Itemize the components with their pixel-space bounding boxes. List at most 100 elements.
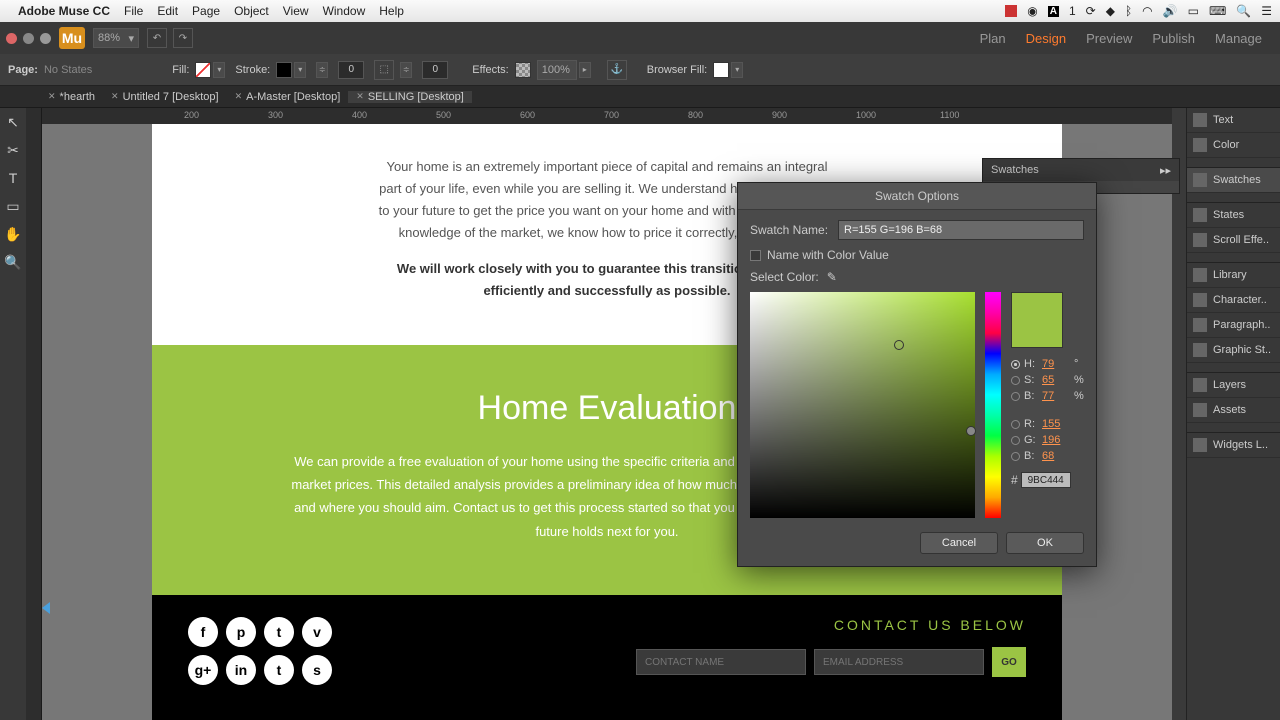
panel-character[interactable]: Character.. [1187,288,1280,313]
googleplus-icon[interactable]: g+ [188,655,218,685]
fill-swatch[interactable] [195,62,211,78]
browser-fill-swatch[interactable] [713,62,729,78]
r-value[interactable]: 155 [1042,418,1070,430]
contact-email-input[interactable] [814,649,984,675]
menu-help[interactable]: Help [379,4,404,18]
h-value[interactable]: 79 [1042,358,1070,370]
guide-marker-icon[interactable] [42,602,50,614]
adobe-icon[interactable]: A [1048,6,1059,17]
hex-input[interactable] [1021,472,1071,488]
doc-tab[interactable]: ✕Untitled 7 [Desktop] [103,91,227,103]
window-controls[interactable] [6,33,51,44]
tab-manage[interactable]: Manage [1215,31,1262,46]
swatches-panel-title[interactable]: Swatches▸▸ [983,159,1179,181]
doc-tab[interactable]: ✕*hearth [40,91,103,103]
panel-swatches[interactable]: Swatches [1187,168,1280,193]
name-with-value-checkbox[interactable] [750,250,761,261]
corner-radius[interactable] [422,61,448,79]
sync-icon[interactable]: ⟳ [1086,4,1096,18]
record-icon[interactable] [1005,5,1017,17]
panel-states[interactable]: States [1187,203,1280,228]
crop-tool-icon[interactable]: ✂ [3,140,23,160]
go-button[interactable]: GO [992,647,1026,677]
panel-assets[interactable]: Assets [1187,398,1280,423]
doc-tab[interactable]: ✕A-Master [Desktop] [227,91,349,103]
radio-g[interactable] [1011,436,1020,445]
volume-icon[interactable]: 🔊 [1163,4,1178,18]
tab-plan[interactable]: Plan [980,31,1006,46]
menu-object[interactable]: Object [234,4,269,18]
effects-swatch[interactable] [515,62,531,78]
dropbox-icon[interactable]: ◆ [1106,4,1115,18]
wifi-icon[interactable]: ◠ [1142,4,1152,18]
menu-file[interactable]: File [124,4,143,18]
opacity-input[interactable]: 100% [537,60,577,80]
stroke-dropdown[interactable]: ▾ [294,62,306,78]
corner-stepper[interactable]: ≑ [400,62,412,78]
tab-preview[interactable]: Preview [1086,31,1132,46]
linkedin-icon[interactable]: in [226,655,256,685]
fill-dropdown[interactable]: ▾ [213,62,225,78]
stroke-width[interactable] [338,61,364,79]
panel-graphic-styles[interactable]: Graphic St.. [1187,338,1280,363]
bluetooth-icon[interactable]: ᛒ [1125,4,1132,18]
doc-tab-active[interactable]: ✕SELLING [Desktop] [348,91,472,103]
redo-icon[interactable]: ↷ [173,28,193,48]
ok-button[interactable]: OK [1006,532,1084,554]
zoom-tool-icon[interactable]: 🔍 [3,252,23,272]
stroke-stepper[interactable]: ≑ [316,62,328,78]
tab-publish[interactable]: Publish [1152,31,1195,46]
twitter-icon[interactable]: t [264,617,294,647]
close-icon[interactable]: ✕ [111,91,119,102]
anchor-icon[interactable]: ⚓ [607,60,627,80]
panel-library[interactable]: Library [1187,263,1280,288]
b-value[interactable]: 77 [1042,390,1070,402]
selection-tool-icon[interactable]: ↖ [3,112,23,132]
notif-count[interactable]: 1 [1069,4,1076,18]
corners-icon[interactable]: ⬚ [374,60,394,80]
skype-icon[interactable]: s [302,655,332,685]
cancel-button[interactable]: Cancel [920,532,998,554]
panel-scroll[interactable]: Scroll Effe.. [1187,228,1280,253]
eyedropper-icon[interactable]: ✎ [827,270,837,284]
swatch-name-input[interactable] [838,220,1084,240]
radio-r[interactable] [1011,420,1020,429]
vimeo-icon[interactable]: v [302,617,332,647]
hue-slider[interactable] [985,292,1001,518]
zoom-dropdown[interactable]: 88%▾ [93,28,139,48]
cc-icon[interactable]: ◉ [1027,4,1037,18]
s-value[interactable]: 65 [1042,374,1070,386]
radio-b[interactable] [1011,392,1020,401]
radio-h[interactable] [1011,360,1020,369]
menu-view[interactable]: View [283,4,309,18]
panel-layers[interactable]: Layers [1187,373,1280,398]
close-icon[interactable]: ✕ [48,91,56,102]
color-marker-edge[interactable] [966,426,976,436]
panel-menu-icon[interactable]: ▸▸ [1160,164,1171,177]
text-tool-icon[interactable]: T [3,168,23,188]
color-marker[interactable] [894,340,904,350]
opacity-dropdown[interactable]: ▸ [579,62,591,78]
battery-icon[interactable]: ▭ [1188,4,1199,18]
menu-edit[interactable]: Edit [157,4,178,18]
menu-window[interactable]: Window [323,4,366,18]
menu-page[interactable]: Page [192,4,220,18]
page-state[interactable]: No States [44,64,92,76]
radio-s[interactable] [1011,376,1020,385]
search-icon[interactable]: 🔍 [1236,4,1251,18]
contact-name-input[interactable] [636,649,806,675]
tab-design[interactable]: Design [1026,31,1066,46]
radio-bl[interactable] [1011,452,1020,461]
panel-widgets[interactable]: Widgets L.. [1187,433,1280,458]
stroke-swatch[interactable] [276,62,292,78]
hand-tool-icon[interactable]: ✋ [3,224,23,244]
bl-value[interactable]: 68 [1042,450,1070,462]
close-icon[interactable]: ✕ [235,91,243,102]
panel-color[interactable]: Color [1187,133,1280,158]
pinterest-icon[interactable]: p [226,617,256,647]
vertical-scrollbar[interactable] [1172,108,1186,720]
facebook-icon[interactable]: f [188,617,218,647]
menu-icon[interactable]: ☰ [1261,4,1272,18]
browser-fill-dropdown[interactable]: ▾ [731,62,743,78]
close-icon[interactable]: ✕ [356,91,364,102]
